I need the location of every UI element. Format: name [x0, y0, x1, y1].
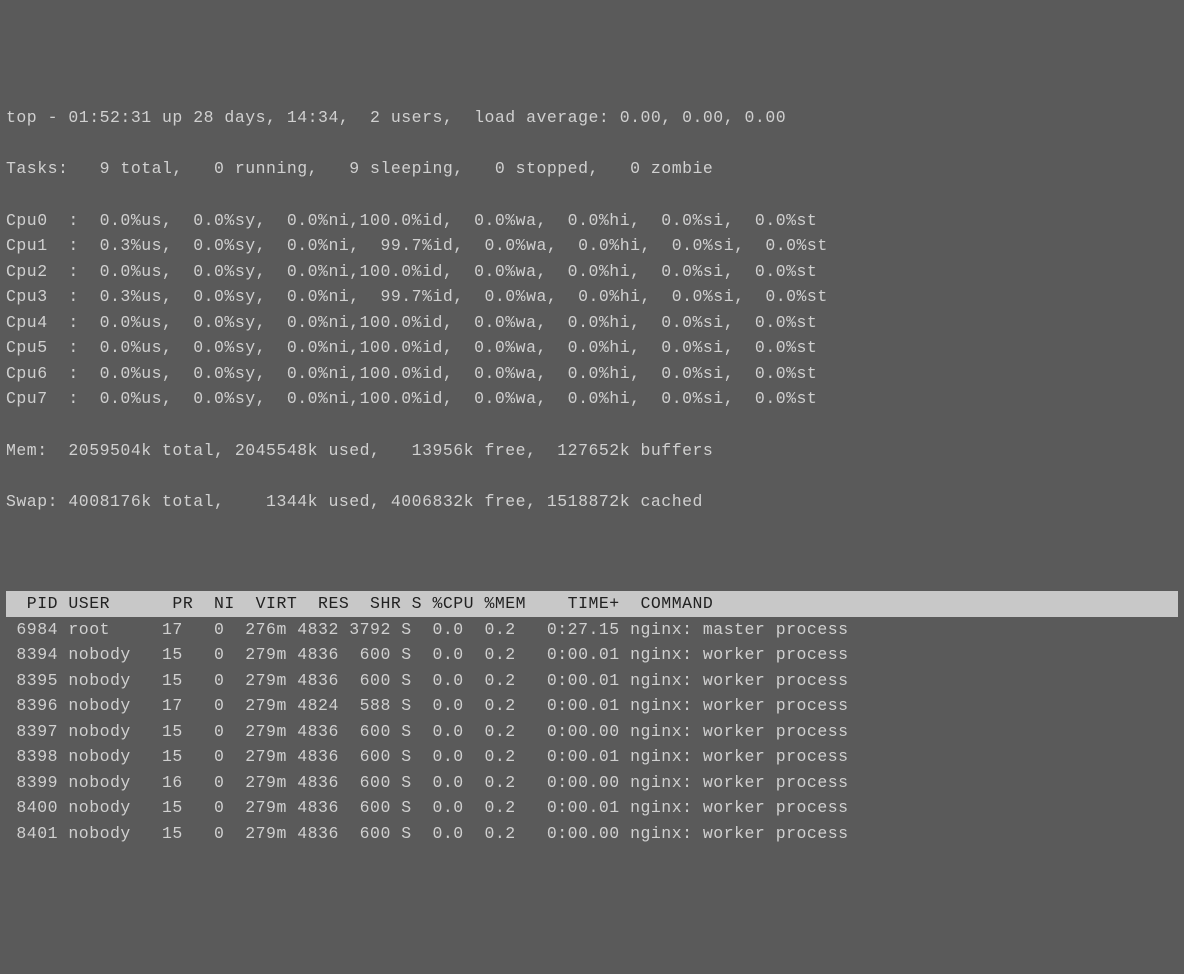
mem-line: Mem: 2059504k total, 2045548k used, 1395…: [6, 438, 1178, 464]
cpu-line: Cpu1 : 0.3%us, 0.0%sy, 0.0%ni, 99.7%id, …: [6, 233, 1178, 259]
blank-line: [6, 540, 1178, 566]
process-list: 6984 root 17 0 276m 4832 3792 S 0.0 0.2 …: [6, 617, 1178, 847]
process-row[interactable]: 8395 nobody 15 0 279m 4836 600 S 0.0 0.2…: [6, 668, 1178, 694]
process-row[interactable]: 8397 nobody 15 0 279m 4836 600 S 0.0 0.2…: [6, 719, 1178, 745]
cpu-line: Cpu5 : 0.0%us, 0.0%sy, 0.0%ni,100.0%id, …: [6, 335, 1178, 361]
top-summary-line: top - 01:52:31 up 28 days, 14:34, 2 user…: [6, 105, 1178, 131]
process-row[interactable]: 8400 nobody 15 0 279m 4836 600 S 0.0 0.2…: [6, 795, 1178, 821]
cpu-line: Cpu7 : 0.0%us, 0.0%sy, 0.0%ni,100.0%id, …: [6, 386, 1178, 412]
process-row[interactable]: 8396 nobody 17 0 279m 4824 588 S 0.0 0.2…: [6, 693, 1178, 719]
process-row[interactable]: 8394 nobody 15 0 279m 4836 600 S 0.0 0.2…: [6, 642, 1178, 668]
process-row[interactable]: 6984 root 17 0 276m 4832 3792 S 0.0 0.2 …: [6, 617, 1178, 643]
process-header[interactable]: PID USER PR NI VIRT RES SHR S %CPU %MEM …: [6, 591, 1178, 617]
cpu-line: Cpu2 : 0.0%us, 0.0%sy, 0.0%ni,100.0%id, …: [6, 259, 1178, 285]
cpu-line: Cpu4 : 0.0%us, 0.0%sy, 0.0%ni,100.0%id, …: [6, 310, 1178, 336]
process-row[interactable]: 8399 nobody 16 0 279m 4836 600 S 0.0 0.2…: [6, 770, 1178, 796]
cpu-line: Cpu3 : 0.3%us, 0.0%sy, 0.0%ni, 99.7%id, …: [6, 284, 1178, 310]
process-row[interactable]: 8401 nobody 15 0 279m 4836 600 S 0.0 0.2…: [6, 821, 1178, 847]
cpu-line: Cpu0 : 0.0%us, 0.0%sy, 0.0%ni,100.0%id, …: [6, 208, 1178, 234]
cpu-lines: Cpu0 : 0.0%us, 0.0%sy, 0.0%ni,100.0%id, …: [6, 208, 1178, 413]
process-row[interactable]: 8398 nobody 15 0 279m 4836 600 S 0.0 0.2…: [6, 744, 1178, 770]
swap-line: Swap: 4008176k total, 1344k used, 400683…: [6, 489, 1178, 515]
tasks-line: Tasks: 9 total, 0 running, 9 sleeping, 0…: [6, 156, 1178, 182]
cpu-line: Cpu6 : 0.0%us, 0.0%sy, 0.0%ni,100.0%id, …: [6, 361, 1178, 387]
